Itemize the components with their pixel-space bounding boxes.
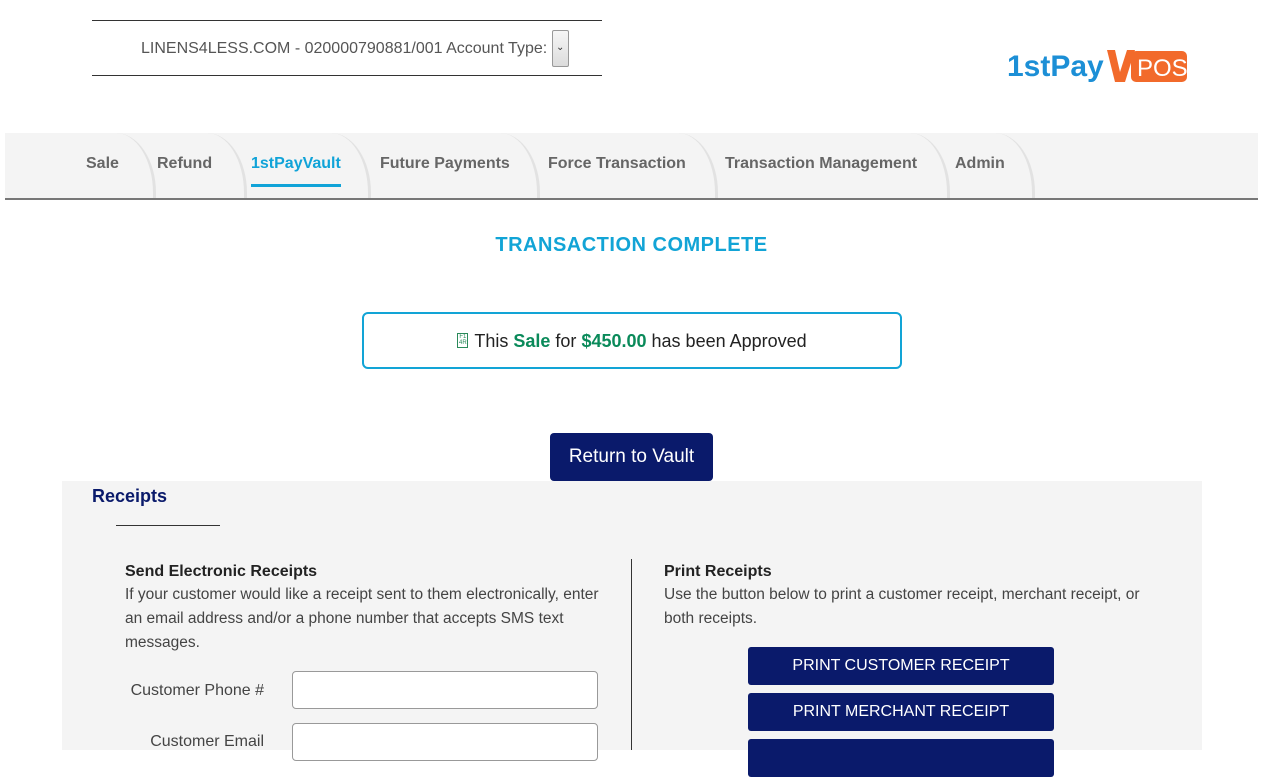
print-both-receipts-button[interactable]	[748, 739, 1054, 777]
account-label: LINENS4LESS.COM - 020000790881/001 Accou…	[141, 40, 548, 57]
print-customer-receipt-button[interactable]: PRINT CUSTOMER RECEIPT	[748, 647, 1054, 685]
tab-label: Sale	[86, 155, 119, 172]
receipt-icon: F1 4R	[457, 333, 469, 348]
divider	[116, 525, 220, 526]
svg-text:1stPay: 1stPay	[1007, 50, 1104, 83]
receipts-panel: Receipts Send Electronic Receipts If you…	[62, 481, 1202, 777]
account-selector-bar: LINENS4LESS.COM - 020000790881/001 Accou…	[92, 20, 602, 76]
logo: 1stPay POS	[1007, 50, 1187, 83]
print-receipts-heading: Print Receipts	[664, 563, 772, 580]
customer-email-label: Customer Email	[150, 733, 264, 750]
svg-text:POS: POS	[1137, 55, 1187, 82]
customer-phone-input[interactable]	[292, 671, 598, 709]
customer-phone-label: Customer Phone #	[130, 682, 264, 699]
electronic-receipts-description: If your customer would like a receipt se…	[125, 586, 599, 651]
tab-label: Force Transaction	[548, 155, 686, 172]
transaction-amount: $450.00	[581, 331, 647, 351]
tab-label: Refund	[157, 155, 213, 172]
main-nav: Sale Refund 1stPayVault Future Payments …	[5, 133, 1258, 200]
receipts-heading: Receipts	[92, 486, 168, 506]
electronic-receipts-heading: Send Electronic Receipts	[125, 563, 318, 580]
chevron-down-icon: ⌄	[556, 42, 565, 53]
column-divider	[631, 559, 632, 750]
tab-label: Future Payments	[380, 155, 510, 172]
print-receipts-description: Use the button below to print a customer…	[664, 586, 1140, 627]
print-merchant-receipt-button[interactable]: PRINT MERCHANT RECEIPT	[748, 693, 1054, 731]
approval-message-box: F1 4R This Sale for $450.00 has been Appro…	[362, 312, 902, 369]
tab-label: 1stPayVault	[251, 155, 341, 172]
transaction-type: Sale	[513, 331, 551, 351]
customer-email-input[interactable]	[292, 723, 598, 761]
active-tab-indicator	[251, 184, 341, 187]
return-to-vault-button[interactable]: Return to Vault	[550, 433, 713, 481]
account-type-dropdown[interactable]: ⌄	[552, 30, 569, 67]
page-title: TRANSACTION COMPLETE	[495, 234, 768, 256]
tab-label: Transaction Management	[725, 155, 918, 172]
